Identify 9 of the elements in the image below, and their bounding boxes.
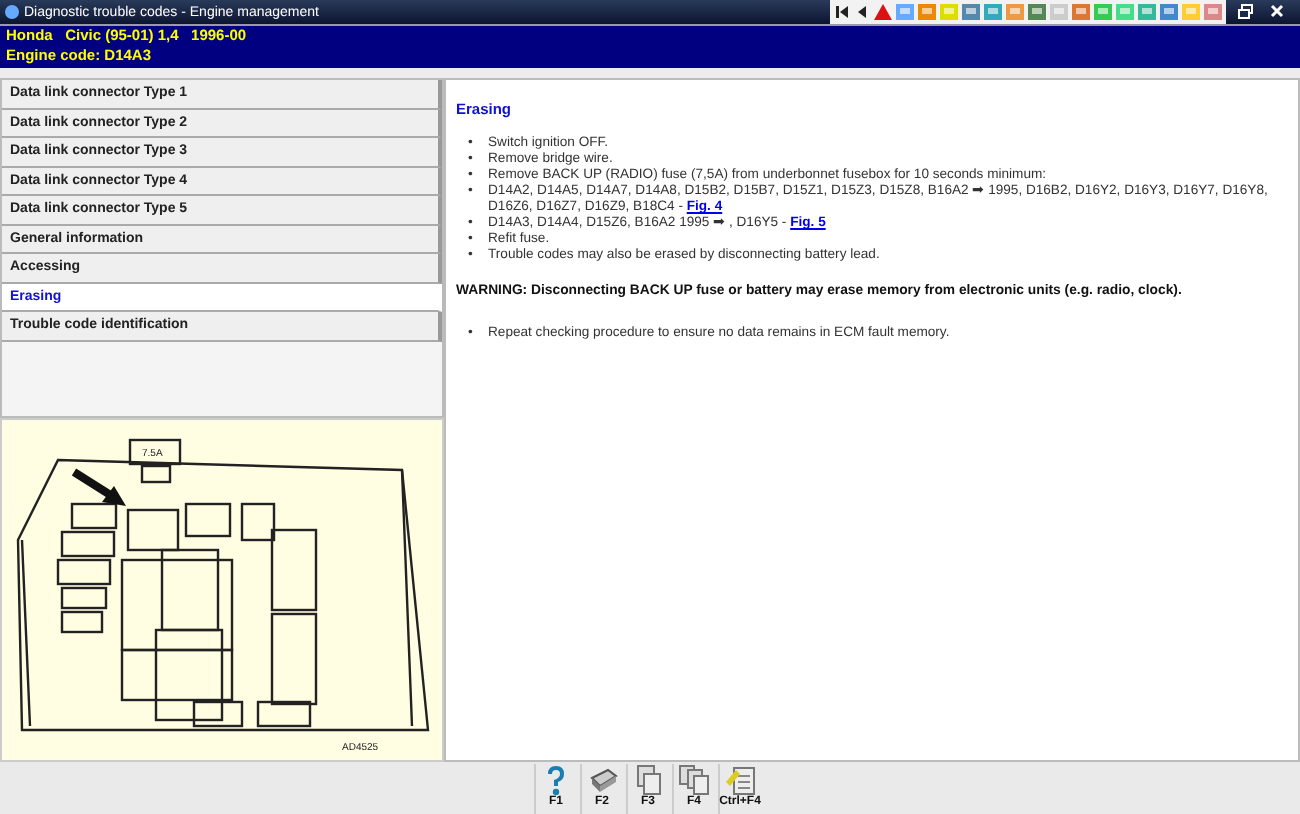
warning-icon[interactable] [874,4,892,20]
previous-icon[interactable] [854,4,870,20]
restore-icon[interactable] [1238,4,1254,20]
printer-icon [586,764,618,796]
arrow-icon [71,468,126,506]
app-icon [4,4,20,20]
help-icon [544,764,568,796]
first-page-icon[interactable] [834,4,850,20]
close-icon[interactable] [1270,4,1284,18]
